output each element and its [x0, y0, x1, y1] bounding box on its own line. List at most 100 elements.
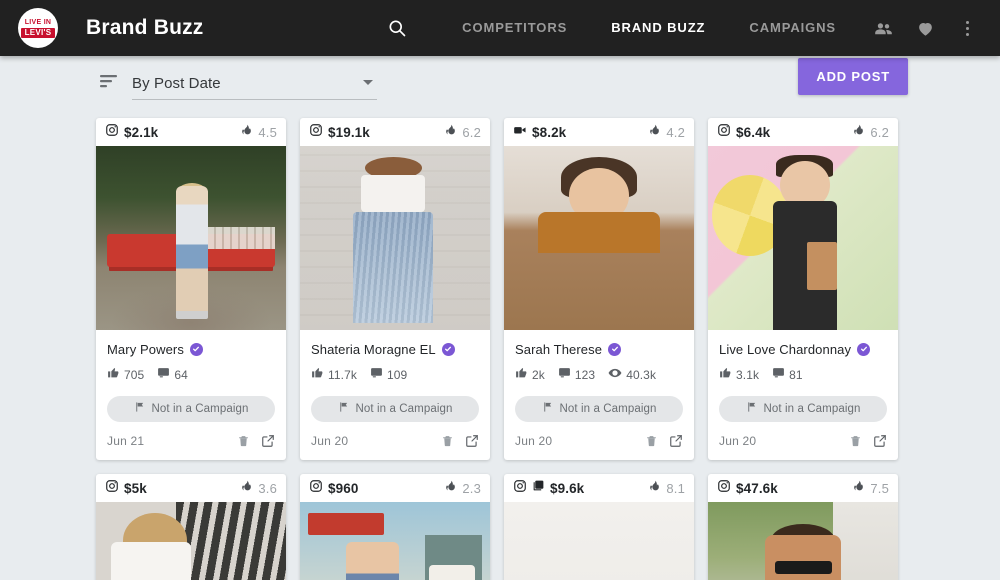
- card-footer: Jun 20: [504, 422, 694, 460]
- tab-campaigns[interactable]: CAMPAIGNS: [727, 0, 858, 56]
- sort-icon[interactable]: [100, 74, 118, 93]
- post-image[interactable]: [300, 146, 490, 330]
- card-header: $9.6k8.1: [504, 474, 694, 502]
- post-card[interactable]: $47.6k 7.5: [708, 474, 898, 580]
- flame-icon: [852, 123, 865, 142]
- card-footer: Jun 20: [708, 422, 898, 460]
- trash-icon[interactable]: [237, 434, 250, 448]
- post-image[interactable]: [96, 146, 286, 330]
- verified-badge-icon: [442, 343, 455, 356]
- instagram-icon: [309, 123, 323, 142]
- views-stat: 40.3k: [608, 366, 656, 385]
- add-post-button[interactable]: ADD POST: [798, 58, 908, 95]
- post-card[interactable]: $8.2k4.2movingdeclutterSarah Therese2k12…: [504, 118, 694, 460]
- flame-icon: [240, 123, 253, 142]
- video-camera-icon: [513, 123, 527, 142]
- post-image[interactable]: [708, 146, 898, 330]
- card-header: $47.6k 7.5: [708, 474, 898, 502]
- kebab-menu-icon[interactable]: [950, 11, 984, 45]
- comment-icon: [370, 366, 383, 384]
- tab-brand-buzz[interactable]: BRAND BUZZ: [589, 0, 727, 56]
- post-card[interactable]: $2.1k4.5Mary Powers70564Not in a Campaig…: [96, 118, 286, 460]
- post-image[interactable]: [708, 502, 898, 580]
- open-in-new-icon[interactable]: [465, 434, 479, 448]
- sort-dropdown[interactable]: By Post Date: [132, 75, 377, 100]
- thumbs-up-icon: [719, 366, 732, 384]
- flame-icon: [444, 123, 457, 142]
- comments-value: 123: [575, 368, 595, 382]
- likes-stat: 705: [107, 366, 144, 384]
- instagram-icon: [105, 123, 119, 142]
- buzz-score: 6.2: [462, 125, 481, 140]
- eye-icon: [608, 366, 622, 385]
- card-body: Live Love Chardonnay 3.1k81 Not in a Campa…: [708, 330, 898, 422]
- post-image[interactable]: [300, 502, 490, 580]
- header-nav: COMPETITORS BRAND BUZZ CAMPAIGNS: [378, 0, 984, 56]
- post-image-art: [300, 502, 490, 580]
- card-header-left: $8.2k: [513, 123, 566, 142]
- thumbs-up-icon: [107, 366, 120, 384]
- campaign-pill[interactable]: Not in a Campaign: [311, 396, 479, 422]
- post-card[interactable]: $19.1k6.2Shateria Moragne EL11.7k109Not …: [300, 118, 490, 460]
- verified-badge-icon: [608, 343, 621, 356]
- post-card[interactable]: $9.6k8.1: [504, 474, 694, 580]
- levis-logo-icon: LIVE IN LEVI'S: [18, 8, 58, 48]
- open-in-new-icon[interactable]: [873, 434, 887, 448]
- comment-icon: [558, 366, 571, 384]
- campaign-pill[interactable]: Not in a Campaign: [515, 396, 683, 422]
- engagement-stats: 70564: [107, 367, 275, 383]
- card-footer: Jun 21: [96, 422, 286, 460]
- logo-line-2: LEVI'S: [21, 28, 56, 38]
- tab-competitors[interactable]: COMPETITORS: [440, 0, 589, 56]
- author-row: Live Love Chardonnay: [719, 340, 887, 358]
- post-value: $5k: [124, 481, 147, 496]
- author-name: Mary Powers: [107, 342, 184, 357]
- card-body: Sarah Therese2k12340.3kNot in a Campaign: [504, 330, 694, 422]
- card-actions: [237, 434, 275, 448]
- trash-icon[interactable]: [849, 434, 862, 448]
- logo-line-1: LIVE IN: [25, 19, 52, 27]
- author-row: Sarah Therese: [515, 340, 683, 358]
- card-header: $960 2.3: [300, 474, 490, 502]
- verified-badge-icon: [857, 343, 870, 356]
- post-value: $960: [328, 481, 358, 496]
- card-header-left: $9.6k: [513, 479, 584, 498]
- search-icon[interactable]: [378, 9, 416, 47]
- post-image[interactable]: movingdeclutter: [504, 146, 694, 330]
- card-header-left: $47.6k: [717, 479, 778, 498]
- heart-icon[interactable]: [908, 11, 942, 45]
- open-in-new-icon[interactable]: [669, 434, 683, 448]
- open-in-new-icon[interactable]: [261, 434, 275, 448]
- campaign-pill[interactable]: Not in a Campaign: [719, 396, 887, 422]
- instagram-icon: [105, 479, 119, 498]
- chevron-down-icon: [363, 80, 373, 85]
- trash-icon[interactable]: [441, 434, 454, 448]
- app-header: LIVE IN LEVI'S Brand Buzz COMPETITORS BR…: [0, 0, 1000, 56]
- post-image-art: [96, 502, 286, 580]
- post-value: $2.1k: [124, 125, 158, 140]
- card-header-right: 7.5: [852, 479, 889, 498]
- flame-icon: [648, 123, 661, 142]
- thumbs-up-icon: [515, 366, 528, 384]
- campaign-pill[interactable]: Not in a Campaign: [107, 396, 275, 422]
- card-header-right: 3.6: [240, 479, 277, 498]
- thumbs-up-icon: [311, 366, 324, 384]
- comments-stat: 123: [558, 366, 595, 384]
- post-card[interactable]: $960 2.3: [300, 474, 490, 580]
- post-image[interactable]: [96, 502, 286, 580]
- page-title: Brand Buzz: [86, 16, 204, 40]
- flag-icon: [542, 400, 553, 418]
- instagram-icon: [513, 479, 527, 498]
- buzz-score: 2.3: [462, 481, 481, 496]
- engagement-stats: 3.1k81: [719, 367, 887, 383]
- likes-value: 11.7k: [328, 368, 357, 382]
- post-value: $8.2k: [532, 125, 566, 140]
- post-value: $9.6k: [550, 481, 584, 496]
- card-header-left: $960: [309, 479, 358, 498]
- post-image[interactable]: [504, 502, 694, 580]
- post-card[interactable]: $5k 3.6: [96, 474, 286, 580]
- people-icon[interactable]: [866, 11, 900, 45]
- card-header-left: $19.1k: [309, 123, 370, 142]
- post-card[interactable]: $6.4k6.2Live Love Chardonnay3.1k81Not in…: [708, 118, 898, 460]
- trash-icon[interactable]: [645, 434, 658, 448]
